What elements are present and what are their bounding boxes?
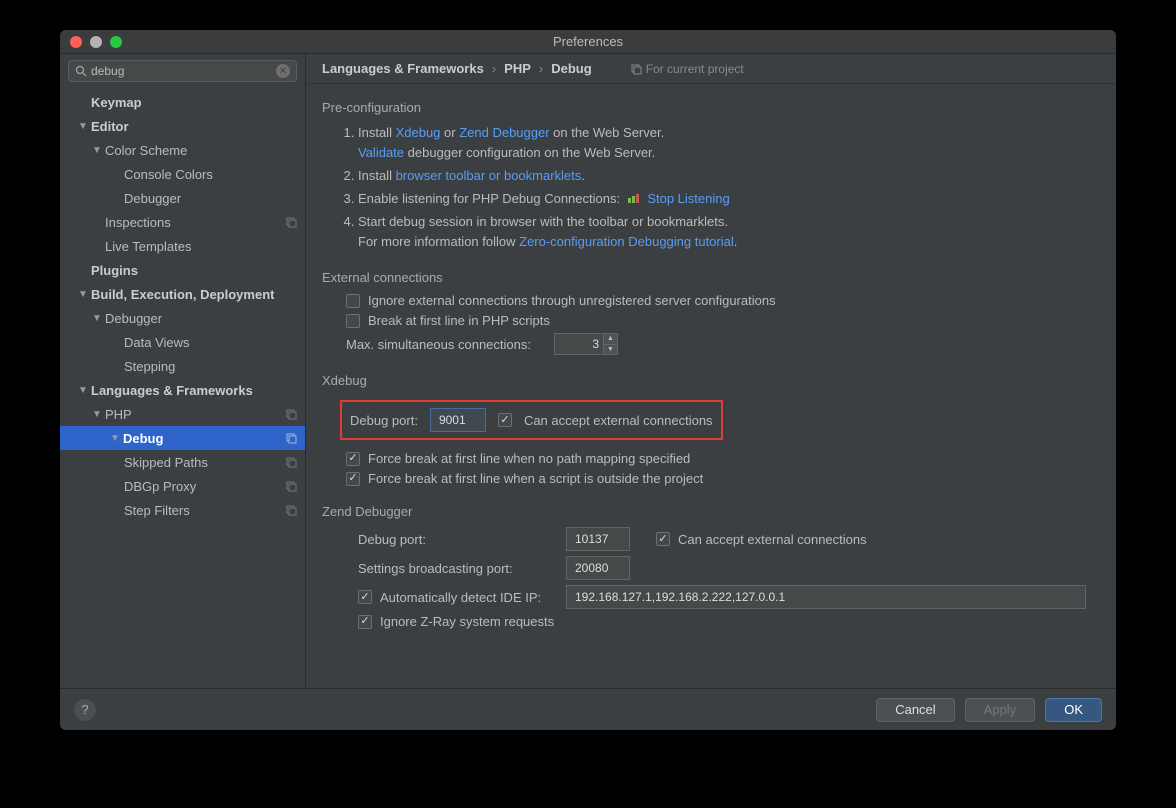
tree-debugger[interactable]: ▼Debugger (60, 306, 305, 330)
zend-title: Zend Debugger (322, 504, 1100, 519)
tree-inspections[interactable]: Inspections (60, 210, 305, 234)
preconf-step-3: Enable listening for PHP Debug Connectio… (358, 189, 1100, 209)
tree-editor[interactable]: ▼Editor (60, 114, 305, 138)
row-auto-ip: Automatically detect IDE IP: (358, 585, 1100, 609)
xdebug-title: Xdebug (322, 373, 1100, 388)
tree-stepping[interactable]: Stepping (60, 354, 305, 378)
link-zero-conf[interactable]: Zero-configuration Debugging tutorial (519, 234, 734, 249)
tree-dbgp-proxy[interactable]: DBGp Proxy (60, 474, 305, 498)
footer: ? Cancel Apply OK (60, 688, 1116, 730)
project-scope-icon (285, 456, 297, 468)
link-toolbar[interactable]: browser toolbar or bookmarklets (396, 168, 582, 183)
checkbox-xdebug-accept[interactable] (498, 413, 512, 427)
row-max-conn: Max. simultaneous connections: ▲▼ (346, 333, 1100, 355)
tree-plugins[interactable]: Plugins (60, 258, 305, 282)
checkbox-break-first[interactable] (346, 314, 360, 328)
tree-skipped-paths[interactable]: Skipped Paths (60, 450, 305, 474)
row-zray[interactable]: Ignore Z-Ray system requests (358, 614, 1100, 629)
checkbox-auto-ip[interactable] (358, 590, 372, 604)
search-value: debug (91, 64, 276, 78)
tree-debug[interactable]: ▼Debug (60, 426, 305, 450)
tree-live-templates[interactable]: Live Templates (60, 234, 305, 258)
apply-button[interactable]: Apply (965, 698, 1036, 722)
window-title: Preferences (60, 34, 1116, 49)
tree-langfw[interactable]: ▼Languages & Frameworks (60, 378, 305, 402)
tree-step-filters[interactable]: Step Filters (60, 498, 305, 522)
tree-debugger-colors[interactable]: Debugger (60, 186, 305, 210)
crumb-b[interactable]: PHP (504, 61, 531, 76)
crumb-c: Debug (551, 61, 591, 76)
preconf-title: Pre-configuration (322, 100, 1100, 115)
link-zend[interactable]: Zend Debugger (459, 125, 549, 140)
row-ignore-ext[interactable]: Ignore external connections through unre… (346, 293, 1100, 308)
preconf-step-1: Install Xdebug or Zend Debugger on the W… (358, 123, 1100, 163)
checkbox-zray[interactable] (358, 615, 372, 629)
spin-up-icon[interactable]: ▲ (603, 334, 617, 345)
titlebar: Preferences (60, 30, 1116, 54)
zend-bcast-input[interactable] (566, 556, 630, 580)
preconf-step-4: Start debug session in browser with the … (358, 212, 1100, 252)
row-force2[interactable]: Force break at first line when a script … (346, 471, 1100, 486)
search-icon (75, 65, 87, 77)
tree-data-views[interactable]: Data Views (60, 330, 305, 354)
row-zend-port: Debug port: Can accept external connecti… (358, 527, 1100, 551)
tree-console-colors[interactable]: Console Colors (60, 162, 305, 186)
help-button[interactable]: ? (74, 699, 96, 721)
project-scope-icon (285, 504, 297, 516)
tree-color-scheme[interactable]: ▼Color Scheme (60, 138, 305, 162)
settings-tree: Keymap ▼Editor ▼Color Scheme Console Col… (60, 88, 305, 688)
checkbox-zend-accept[interactable] (656, 532, 670, 546)
row-zend-bcast: Settings broadcasting port: (358, 556, 1100, 580)
xdebug-port-input[interactable] (430, 408, 486, 432)
tree-bed[interactable]: ▼Build, Execution, Deployment (60, 282, 305, 306)
zend-port-input[interactable] (566, 527, 630, 551)
project-scope-icon (630, 63, 642, 75)
tree-php[interactable]: ▼PHP (60, 402, 305, 426)
sidebar: debug ✕ Keymap ▼Editor ▼Color Scheme Con… (60, 54, 306, 688)
ok-button[interactable]: OK (1045, 698, 1102, 722)
checkbox-ignore-ext[interactable] (346, 294, 360, 308)
main-panel: Languages & Frameworks › PHP › Debug For… (306, 54, 1116, 688)
project-scope-icon (285, 408, 297, 420)
listen-icon (627, 194, 641, 206)
content: Pre-configuration Install Xdebug or Zend… (306, 84, 1116, 688)
crumb-a[interactable]: Languages & Frameworks (322, 61, 484, 76)
project-scope-icon (285, 216, 297, 228)
checkbox-force1[interactable] (346, 452, 360, 466)
tree-keymap[interactable]: Keymap (60, 90, 305, 114)
link-stop-listening[interactable]: Stop Listening (647, 191, 729, 206)
xdebug-port-highlight: Debug port: Can accept external connecti… (340, 400, 723, 440)
spin-down-icon[interactable]: ▼ (603, 345, 617, 355)
ide-ip-input[interactable] (566, 585, 1086, 609)
search-input[interactable]: debug ✕ (68, 60, 297, 82)
link-xdebug[interactable]: Xdebug (396, 125, 441, 140)
row-force1[interactable]: Force break at first line when no path m… (346, 451, 1100, 466)
project-scope-icon (285, 432, 297, 444)
cancel-button[interactable]: Cancel (876, 698, 954, 722)
link-validate[interactable]: Validate (358, 145, 404, 160)
checkbox-force2[interactable] (346, 472, 360, 486)
clear-search-icon[interactable]: ✕ (276, 64, 290, 78)
ext-title: External connections (322, 270, 1100, 285)
preconf-step-2: Install browser toolbar or bookmarklets. (358, 166, 1100, 186)
project-hint: For current project (630, 62, 744, 76)
project-scope-icon (285, 480, 297, 492)
preferences-window: Preferences debug ✕ Keymap ▼Editor ▼Colo… (60, 30, 1116, 730)
preconf-list: Install Xdebug or Zend Debugger on the W… (322, 123, 1100, 252)
breadcrumb: Languages & Frameworks › PHP › Debug For… (306, 54, 1116, 84)
row-break-first[interactable]: Break at first line in PHP scripts (346, 313, 1100, 328)
